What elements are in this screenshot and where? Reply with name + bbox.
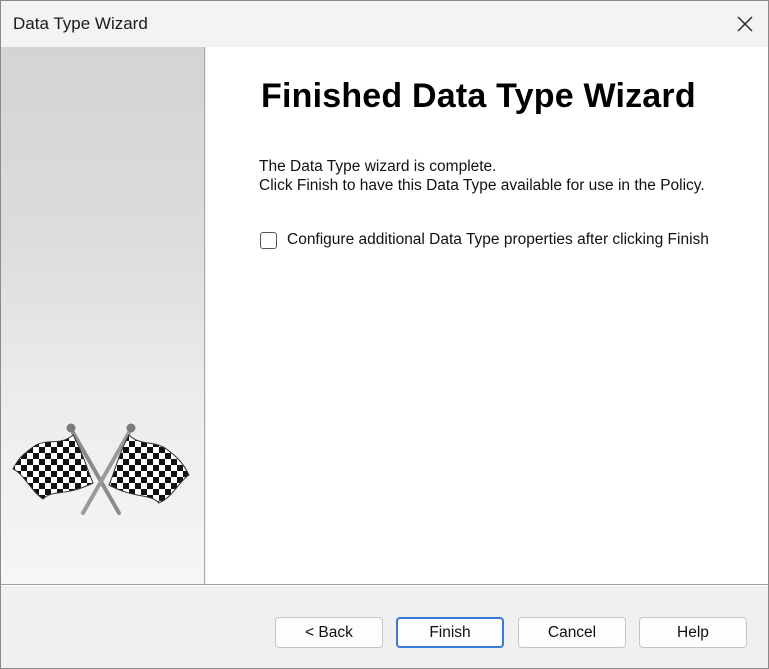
- wizard-window: Data Type Wizard Finished Data Type Wiza…: [0, 0, 769, 669]
- checkered-flags-icon: [12, 423, 190, 515]
- description-line-2: Click Finish to have this Data Type avai…: [259, 177, 705, 194]
- close-icon: [737, 16, 753, 32]
- description: The Data Type wizard is complete. Click …: [259, 157, 705, 195]
- configure-properties-checkbox[interactable]: [260, 231, 277, 249]
- wizard-side-panel: [1, 47, 205, 584]
- back-button[interactable]: < Back: [275, 617, 383, 648]
- help-button[interactable]: Help: [639, 617, 747, 648]
- title-bar: Data Type Wizard: [1, 1, 768, 47]
- close-button[interactable]: [722, 1, 768, 47]
- page-title: Finished Data Type Wizard: [261, 77, 696, 115]
- wizard-content: Finished Data Type Wizard The Data Type …: [206, 47, 768, 584]
- configure-properties-option[interactable]: Configure additional Data Type propertie…: [260, 231, 709, 249]
- window-title: Data Type Wizard: [13, 14, 148, 33]
- cancel-button[interactable]: Cancel: [518, 617, 626, 648]
- footer-separator: [1, 584, 768, 586]
- finish-button[interactable]: Finish: [396, 617, 504, 648]
- configure-properties-label[interactable]: Configure additional Data Type propertie…: [287, 231, 709, 249]
- description-line-1: The Data Type wizard is complete.: [259, 158, 497, 175]
